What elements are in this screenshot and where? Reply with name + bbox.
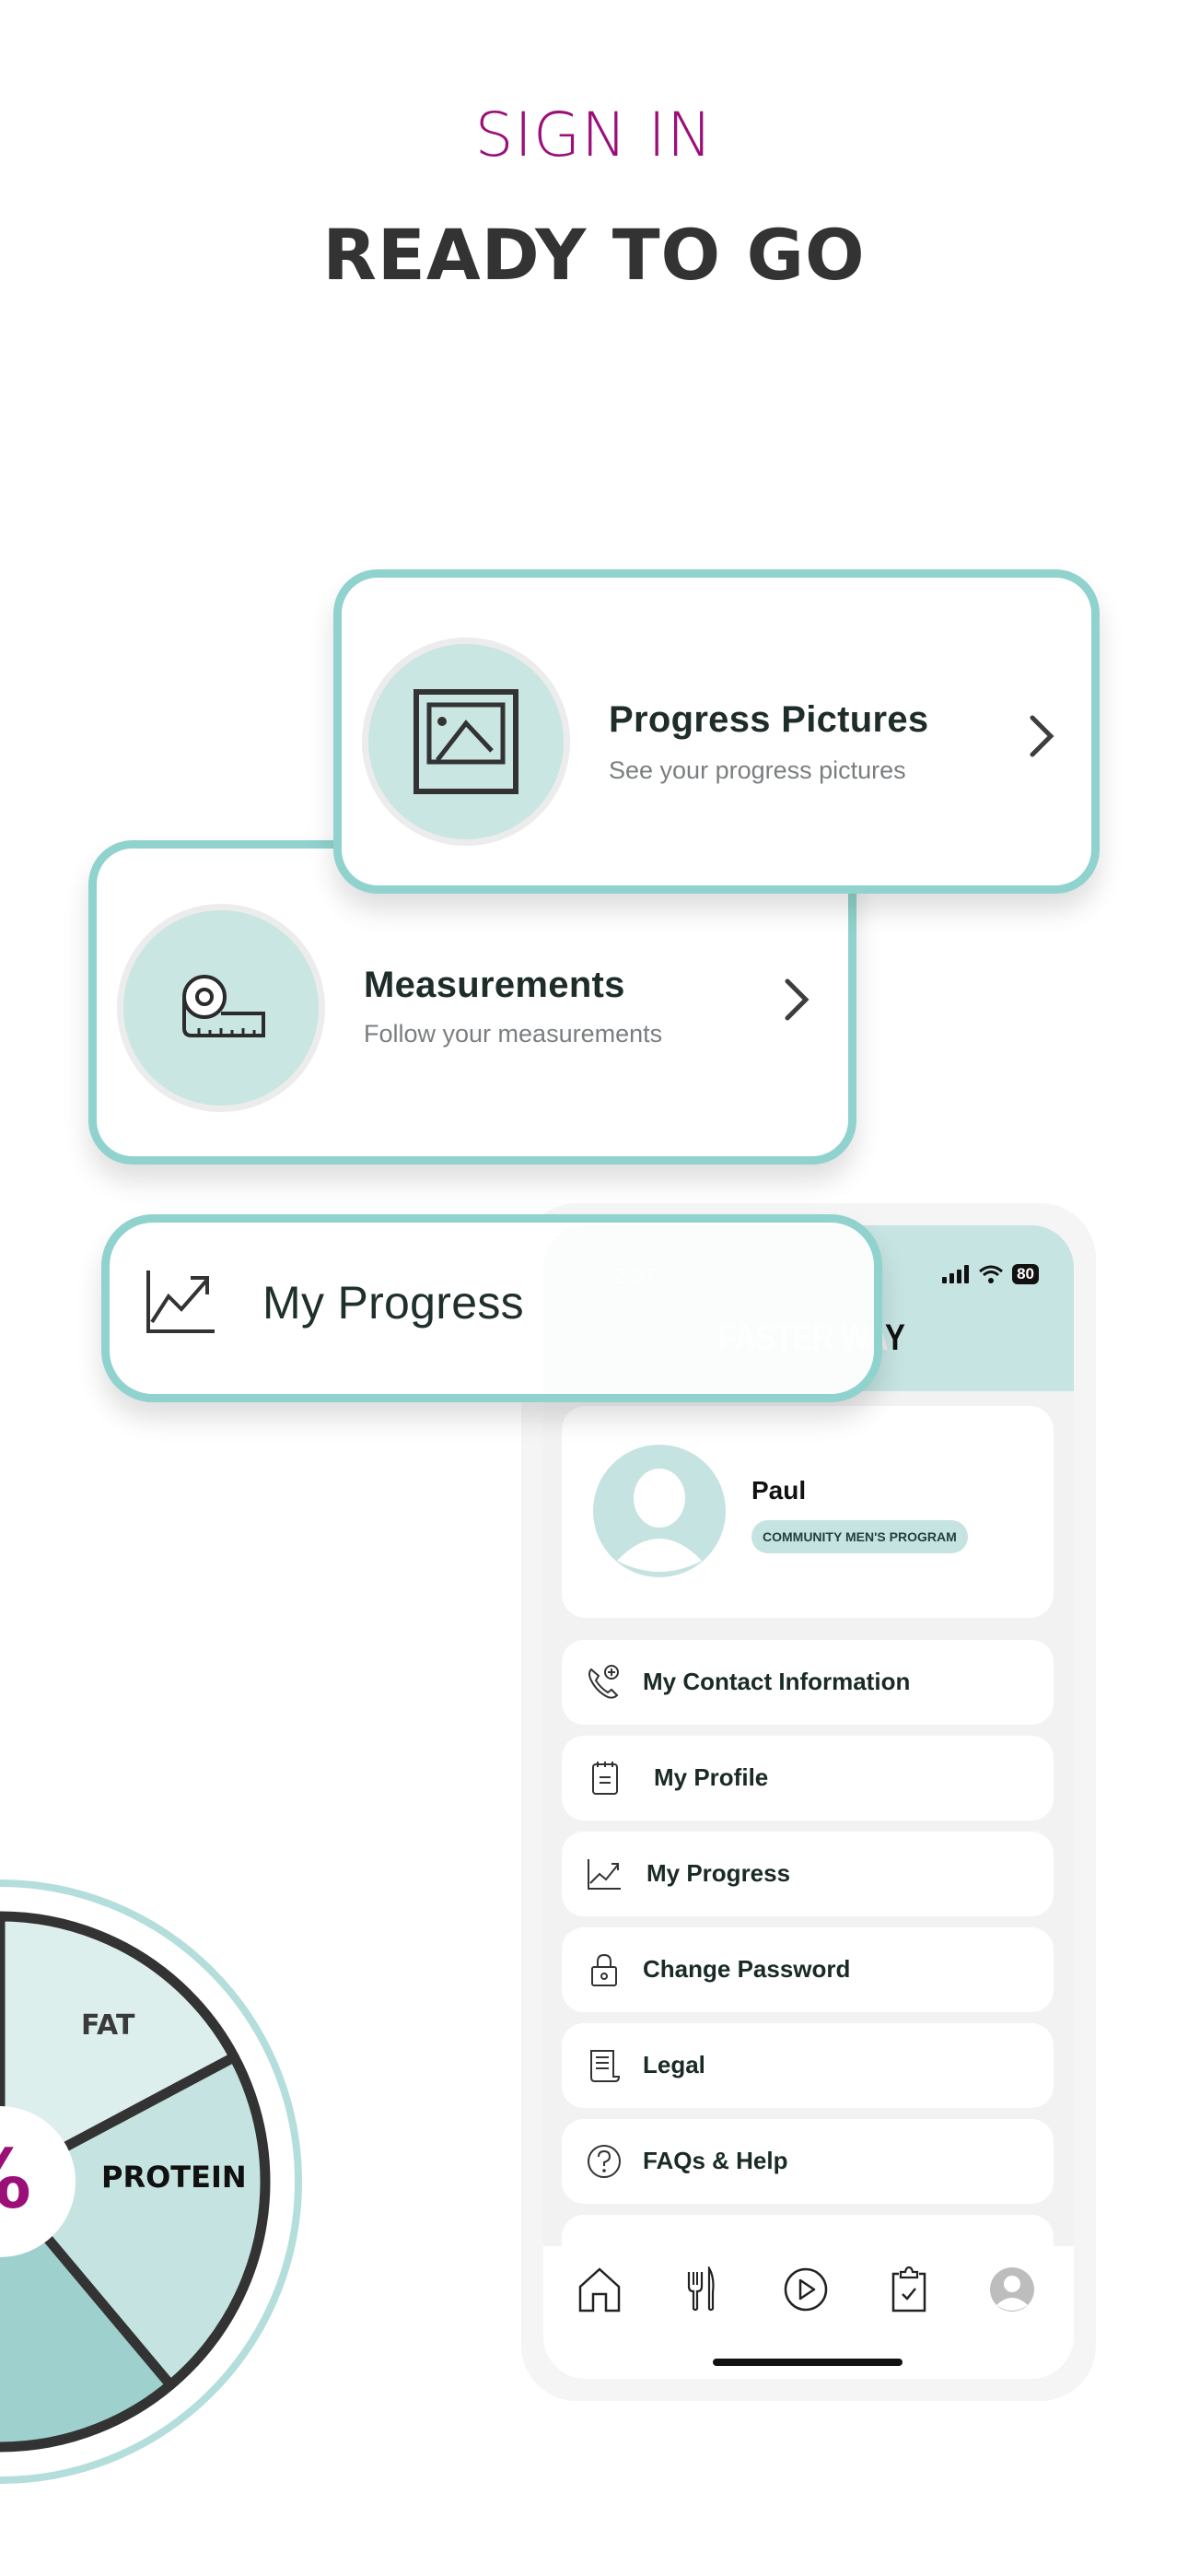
brand-logo-dark: Y	[884, 1317, 905, 1358]
document-scroll-icon	[590, 2050, 621, 2082]
progress-pictures-card[interactable]: Progress Pictures See your progress pict…	[333, 569, 1100, 894]
menu-label: Change Password	[643, 1955, 851, 1983]
avatar-icon[interactable]	[989, 2266, 1035, 2313]
notepad-icon	[592, 1762, 618, 1795]
pie-center-text: %	[0, 2132, 31, 2227]
page-title: READY TO GO	[322, 214, 866, 296]
menu-label: FAQs & Help	[643, 2147, 788, 2174]
menu-item-faqs-help[interactable]: FAQs & Help	[562, 2119, 1054, 2204]
card-title: Measurements	[364, 965, 625, 1005]
menu-label: My Progress	[646, 1859, 791, 1887]
chevron-right-icon[interactable]	[780, 976, 813, 1024]
fork-knife-icon[interactable]	[680, 2266, 726, 2313]
play-circle-icon[interactable]	[783, 2266, 829, 2313]
image-frame-icon	[413, 689, 518, 794]
profile-card[interactable]: Paul COMMUNITY MEN'S PROGRAM	[562, 1406, 1054, 1618]
trend-chart-icon	[146, 1270, 215, 1333]
my-progress-card[interactable]: My Progress	[101, 1214, 882, 1402]
header-sign-in: SIGN IN	[474, 100, 714, 170]
profile-name: Paul	[751, 1476, 807, 1505]
pie-label-fat: FAT	[81, 2009, 135, 2042]
icon-circle	[362, 638, 570, 846]
menu-label: Legal	[643, 2051, 705, 2078]
icon-circle	[117, 904, 325, 1112]
menu-label: My Profile	[654, 1763, 769, 1791]
signal-icon	[942, 1265, 970, 1283]
wifi-icon	[979, 1265, 1004, 1283]
menu-item-my-progress[interactable]: My Progress	[562, 1832, 1054, 1916]
menu-item-contact-information[interactable]: My Contact Information	[562, 1640, 1054, 1725]
trend-chart-icon	[588, 1859, 621, 1890]
status-icons: 80	[942, 1264, 1039, 1284]
lock-icon	[591, 1953, 617, 1986]
macro-pie-graphic: % FAT PROTEIN	[0, 1879, 302, 2484]
help-circle-icon	[588, 2145, 621, 2178]
tab-bar	[543, 2246, 1074, 2379]
card-title: Progress Pictures	[609, 699, 929, 740]
home-icon[interactable]	[577, 2266, 623, 2313]
program-badge: COMMUNITY MEN'S PROGRAM	[751, 1520, 968, 1553]
avatar-icon	[617, 1469, 702, 1572]
card-subtitle: Follow your measurements	[364, 1020, 663, 1048]
menu-item-legal[interactable]: Legal	[562, 2023, 1054, 2108]
card-subtitle: See your progress pictures	[609, 756, 906, 784]
menu-item-change-password[interactable]: Change Password	[562, 1927, 1054, 2012]
phone-plus-icon	[588, 1665, 619, 1699]
menu-label: My Contact Information	[643, 1668, 911, 1695]
battery-indicator: 80	[1012, 1264, 1039, 1284]
tape-measure-icon	[182, 975, 265, 1037]
chevron-right-icon[interactable]	[1025, 712, 1058, 760]
menu-item-my-profile[interactable]: My Profile	[562, 1736, 1054, 1821]
pie-label-protein: PROTEIN	[101, 2160, 247, 2195]
avatar	[593, 1445, 726, 1577]
clipboard-check-icon[interactable]	[886, 2266, 932, 2313]
home-indicator	[713, 2359, 903, 2366]
card-title: My Progress	[262, 1277, 524, 1329]
